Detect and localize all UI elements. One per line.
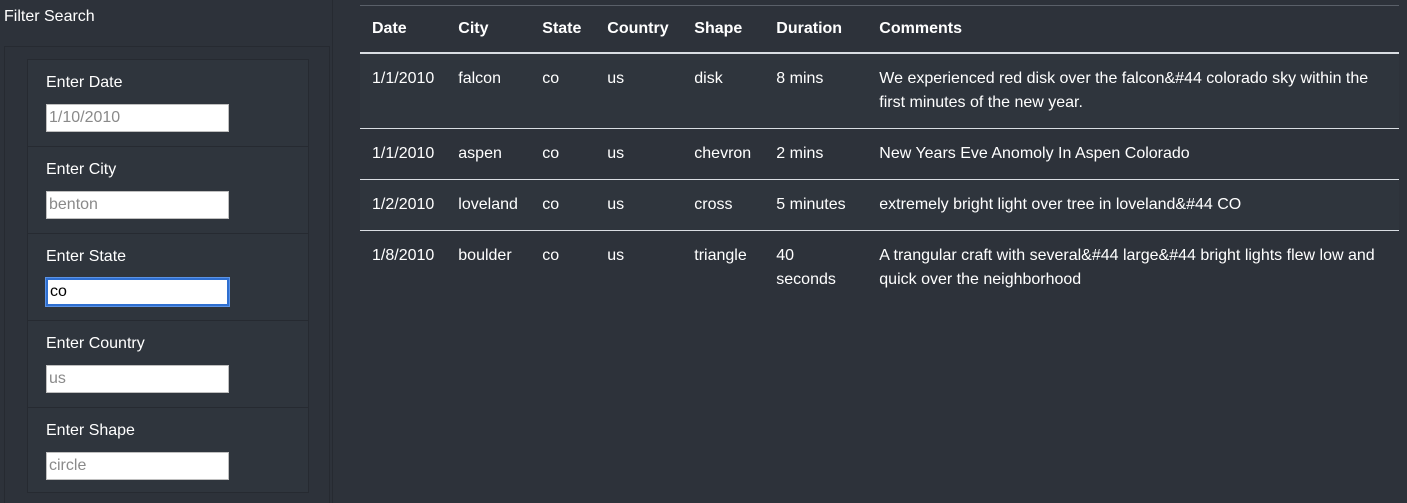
table-body: 1/1/2010 falcon co us disk 8 mins We exp… <box>360 52 1399 305</box>
cell-comments: We experienced red disk over the falcon&… <box>867 52 1399 129</box>
cell-duration: 2 mins <box>764 128 868 180</box>
table-header: Date City State Country Shape Duration C… <box>360 5 1399 53</box>
cell-country: us <box>595 128 683 180</box>
header-comments: Comments <box>879 19 962 37</box>
city-label: Enter City <box>46 161 117 178</box>
cell-shape: chevron <box>682 128 765 180</box>
date-label: Enter Date <box>46 74 123 91</box>
filter-item-country: Enter Country <box>28 321 308 408</box>
cell-date: 1/2/2010 <box>360 179 447 231</box>
table-row: 1/1/2010 falcon co us disk 8 mins We exp… <box>360 52 1399 129</box>
header-city: City <box>458 19 489 37</box>
cell-state: co <box>530 128 596 180</box>
header-row: Date City State Country Shape Duration C… <box>360 5 1399 53</box>
country-label: Enter Country <box>46 335 145 352</box>
cell-city: aspen <box>446 128 531 180</box>
cell-city: falcon <box>446 52 531 129</box>
filter-item-city: Enter City <box>28 147 308 234</box>
cell-date: 1/8/2010 <box>372 246 435 264</box>
filter-list: Enter Date Enter City Enter State Enter … <box>27 59 309 493</box>
shape-input[interactable] <box>46 452 229 480</box>
cell-state: co <box>530 179 596 231</box>
cell-shape: cross <box>682 179 765 231</box>
filter-item-date: Enter Date <box>28 60 308 147</box>
state-input[interactable] <box>46 278 229 306</box>
cell-country: us <box>595 179 683 231</box>
header-date: Date <box>372 19 407 37</box>
cell-date: 1/1/2010 <box>360 128 447 180</box>
cell-city: boulder <box>458 246 512 264</box>
cell-state: co <box>530 52 596 129</box>
country-input[interactable] <box>46 365 229 393</box>
cell-country: us <box>607 246 625 264</box>
table-row: 1/1/2010 aspen co us chevron 2 mins New … <box>360 128 1399 180</box>
cell-comments: extremely bright light over tree in love… <box>867 179 1399 231</box>
cell-duration: 40 seconds <box>776 246 836 288</box>
header-shape: Shape <box>694 19 743 37</box>
filter-panel: Filter Search Enter Date Enter City Ente… <box>0 0 333 503</box>
cell-shape: disk <box>682 52 765 129</box>
city-input[interactable] <box>46 191 229 219</box>
cell-duration: 8 mins <box>764 52 868 129</box>
header-state: State <box>542 19 582 37</box>
cell-city: loveland <box>446 179 531 231</box>
results-table-wrap: Date City State Country Shape Duration C… <box>360 5 1399 305</box>
cell-duration: 5 minutes <box>764 179 868 231</box>
header-duration: Duration <box>776 19 843 37</box>
filter-item-shape: Enter Shape <box>28 408 308 495</box>
filter-item-state: Enter State <box>28 234 308 321</box>
cell-state: co <box>542 246 560 264</box>
cell-comments: A trangular craft with several&#44 large… <box>879 246 1375 288</box>
shape-label: Enter Shape <box>46 422 135 439</box>
cell-country: us <box>595 52 683 129</box>
header-country: Country <box>607 19 669 37</box>
cell-comments: New Years Eve Anomoly In Aspen Colorado <box>867 128 1399 180</box>
cell-date: 1/1/2010 <box>360 52 447 129</box>
table-row: 1/8/2010 boulder co us triangle 40 secon… <box>360 230 1399 305</box>
date-input[interactable] <box>46 104 229 132</box>
table-row: 1/2/2010 loveland co us cross 5 minutes … <box>360 179 1399 231</box>
results-table: Date City State Country Shape Duration C… <box>360 5 1399 305</box>
state-label: Enter State <box>46 248 127 265</box>
ufo-sightings-page: Filter Search Enter Date Enter City Ente… <box>0 0 1407 503</box>
filter-title: Filter Search <box>4 8 95 25</box>
cell-shape: triangle <box>694 246 747 264</box>
